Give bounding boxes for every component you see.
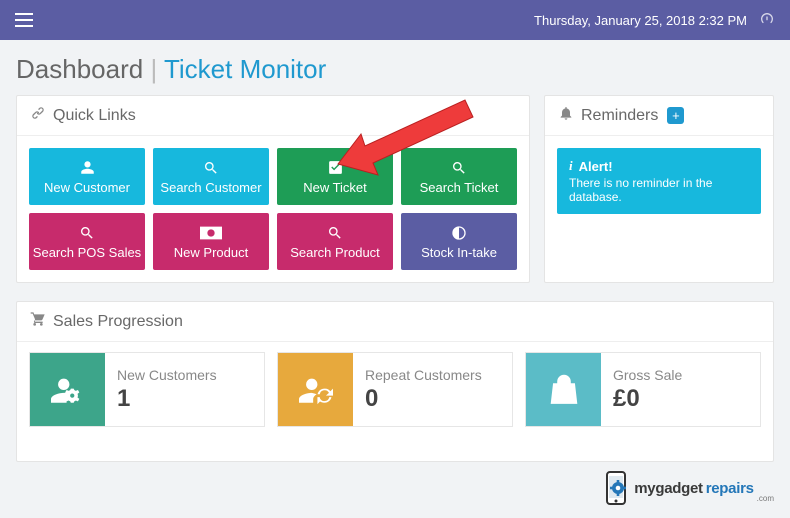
search-icon	[203, 159, 219, 177]
search-pos-sales-button[interactable]: Search POS Sales	[29, 213, 145, 270]
quicklinks-title: Quick Links	[53, 107, 136, 125]
ql-label: New Customer	[44, 180, 130, 195]
gross-sale-card[interactable]: Gross Sale £0	[525, 352, 761, 427]
new-product-button[interactable]: New Product	[153, 213, 269, 270]
info-icon: i	[569, 158, 573, 174]
link-icon	[30, 105, 46, 126]
topbar: Thursday, January 25, 2018 2:32 PM	[0, 0, 790, 40]
new-customers-card[interactable]: New Customers 1	[29, 352, 265, 427]
brand-suffix: .com	[757, 494, 774, 503]
search-product-button[interactable]: Search Product	[277, 213, 393, 270]
repeat-customers-card[interactable]: Repeat Customers 0	[277, 352, 513, 427]
ql-label: New Product	[174, 245, 248, 260]
ql-label: Search POS Sales	[33, 245, 141, 260]
user-refresh-icon	[278, 353, 353, 426]
stat-label: Repeat Customers	[365, 367, 482, 383]
money-icon	[200, 224, 222, 242]
user-gear-icon	[30, 353, 105, 426]
add-reminder-button[interactable]: +	[667, 107, 684, 124]
alert-box: i Alert! There is no reminder in the dat…	[557, 148, 761, 214]
cart-icon	[30, 311, 46, 332]
quicklinks-grid: New Customer Search Customer New Ticket …	[29, 148, 517, 270]
stat-value: 0	[365, 385, 482, 413]
alert-title: Alert!	[579, 159, 613, 174]
sales-title: Sales Progression	[53, 313, 183, 331]
hamburger-icon[interactable]	[15, 13, 33, 27]
brand-text-2: repairs	[706, 480, 754, 497]
ql-label: Search Product	[290, 245, 380, 260]
check-square-icon	[327, 159, 344, 177]
stock-intake-button[interactable]: Stock In-take	[401, 213, 517, 270]
bag-icon	[526, 353, 601, 426]
contrast-icon	[451, 224, 467, 242]
ql-label: Stock In-take	[421, 245, 497, 260]
brand-text-1: mygadget	[634, 480, 702, 497]
new-customer-button[interactable]: New Customer	[29, 148, 145, 205]
quicklinks-panel: Quick Links New Customer Search Customer…	[16, 95, 530, 283]
dashboard-gauge-icon[interactable]	[759, 11, 775, 30]
search-icon	[451, 159, 467, 177]
reminders-title: Reminders	[581, 107, 658, 125]
subtitle-text: Ticket Monitor	[164, 54, 326, 84]
stat-value: 1	[117, 385, 217, 413]
stat-value: £0	[613, 385, 682, 413]
title-text: Dashboard	[16, 54, 143, 84]
search-customer-button[interactable]: Search Customer	[153, 148, 269, 205]
phone-gear-icon	[605, 471, 631, 505]
ql-label: Search Customer	[160, 180, 261, 195]
quicklinks-header: Quick Links	[17, 96, 529, 136]
new-ticket-button[interactable]: New Ticket	[277, 148, 393, 205]
stat-label: Gross Sale	[613, 367, 682, 383]
alert-message: There is no reminder in the database.	[569, 176, 749, 204]
ql-label: Search Ticket	[420, 180, 499, 195]
search-ticket-button[interactable]: Search Ticket	[401, 148, 517, 205]
user-icon	[80, 159, 95, 177]
brand-logo: mygadgetrepairs .com	[605, 471, 774, 505]
datetime-text: Thursday, January 25, 2018 2:32 PM	[534, 13, 747, 28]
reminders-panel: Reminders + i Alert! There is no reminde…	[544, 95, 774, 283]
main-container: Dashboard | Ticket Monitor Quick Links N…	[0, 40, 790, 476]
bell-icon	[558, 105, 574, 126]
stat-label: New Customers	[117, 367, 217, 383]
topbar-right: Thursday, January 25, 2018 2:32 PM	[534, 11, 775, 30]
page-title: Dashboard | Ticket Monitor	[16, 54, 774, 85]
search-icon	[79, 224, 95, 242]
sales-header: Sales Progression	[17, 302, 773, 342]
search-icon	[327, 224, 343, 242]
sales-progression-panel: Sales Progression New Customers 1 Repeat…	[16, 301, 774, 462]
ql-label: New Ticket	[303, 180, 367, 195]
reminders-header: Reminders +	[545, 96, 773, 136]
